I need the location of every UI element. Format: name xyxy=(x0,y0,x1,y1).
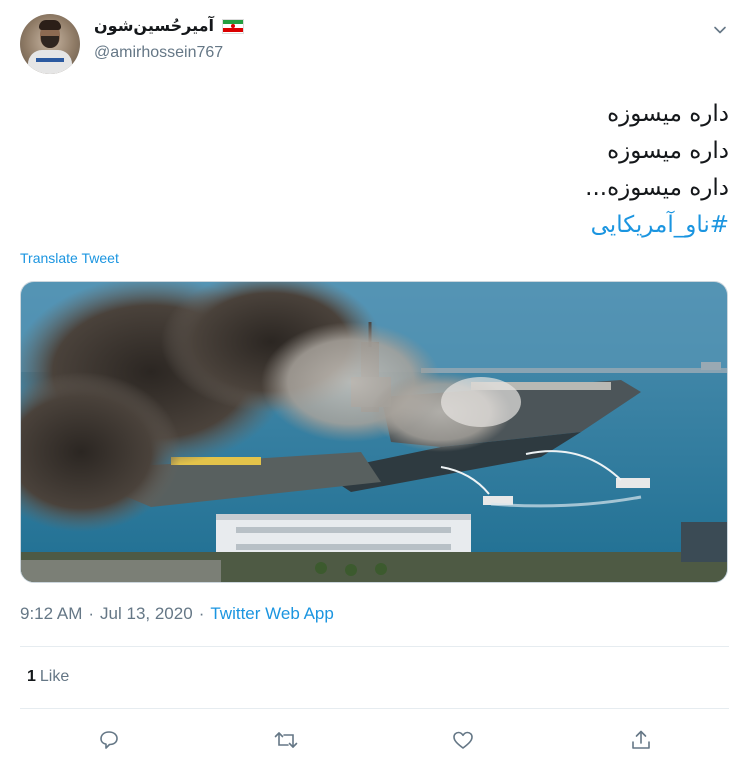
tweet-text: داره میسوزه داره میسوزه داره میسوزه... #… xyxy=(229,96,729,244)
divider xyxy=(20,708,729,709)
avatar-hair xyxy=(39,20,61,30)
iran-flag-icon xyxy=(222,18,245,34)
tweet-date[interactable]: Jul 13, 2020 xyxy=(100,604,193,624)
share-icon[interactable] xyxy=(627,726,655,754)
likes-label: Like xyxy=(39,668,70,685)
avatar[interactable] xyxy=(20,14,80,74)
chevron-down-icon[interactable] xyxy=(708,18,732,42)
tweet-line: داره میسوزه... xyxy=(585,175,729,201)
reply-icon[interactable] xyxy=(95,726,123,754)
tweet-time[interactable]: 9:12 AM xyxy=(20,604,82,624)
hashtag-link[interactable]: #ناو_آمریکایی xyxy=(229,207,729,244)
heart-icon[interactable] xyxy=(449,726,477,754)
likes-stat[interactable]: 1 Like xyxy=(27,668,69,686)
likes-count: 1 xyxy=(27,668,36,685)
avatar-torso xyxy=(28,50,72,74)
display-name[interactable]: آمیرحُسین‌شون xyxy=(94,16,214,36)
ship-fire-photo xyxy=(21,282,727,582)
tweet-media-image[interactable] xyxy=(20,281,728,583)
action-bar xyxy=(0,722,749,758)
avatar-shirt-stripe xyxy=(36,58,64,62)
tweet-source-link[interactable]: Twitter Web App xyxy=(210,604,333,624)
tweet-meta: 9:12 AM · Jul 13, 2020 · Twitter Web App xyxy=(20,604,334,624)
tweet-line: داره میسوزه xyxy=(607,101,729,127)
user-handle[interactable]: @amirhossein767 xyxy=(94,44,223,62)
avatar-beard xyxy=(41,36,59,48)
tweet-card: آمیرحُسین‌شون @amirhossein767 داره میسوز… xyxy=(0,0,749,767)
meta-separator: · xyxy=(198,604,205,623)
author-name-row[interactable]: آمیرحُسین‌شون xyxy=(94,14,245,38)
meta-separator: · xyxy=(88,604,95,623)
divider xyxy=(20,646,729,647)
translate-tweet-link[interactable]: Translate Tweet xyxy=(20,250,119,266)
retweet-icon[interactable] xyxy=(272,726,300,754)
tweet-line: داره میسوزه xyxy=(607,138,729,164)
